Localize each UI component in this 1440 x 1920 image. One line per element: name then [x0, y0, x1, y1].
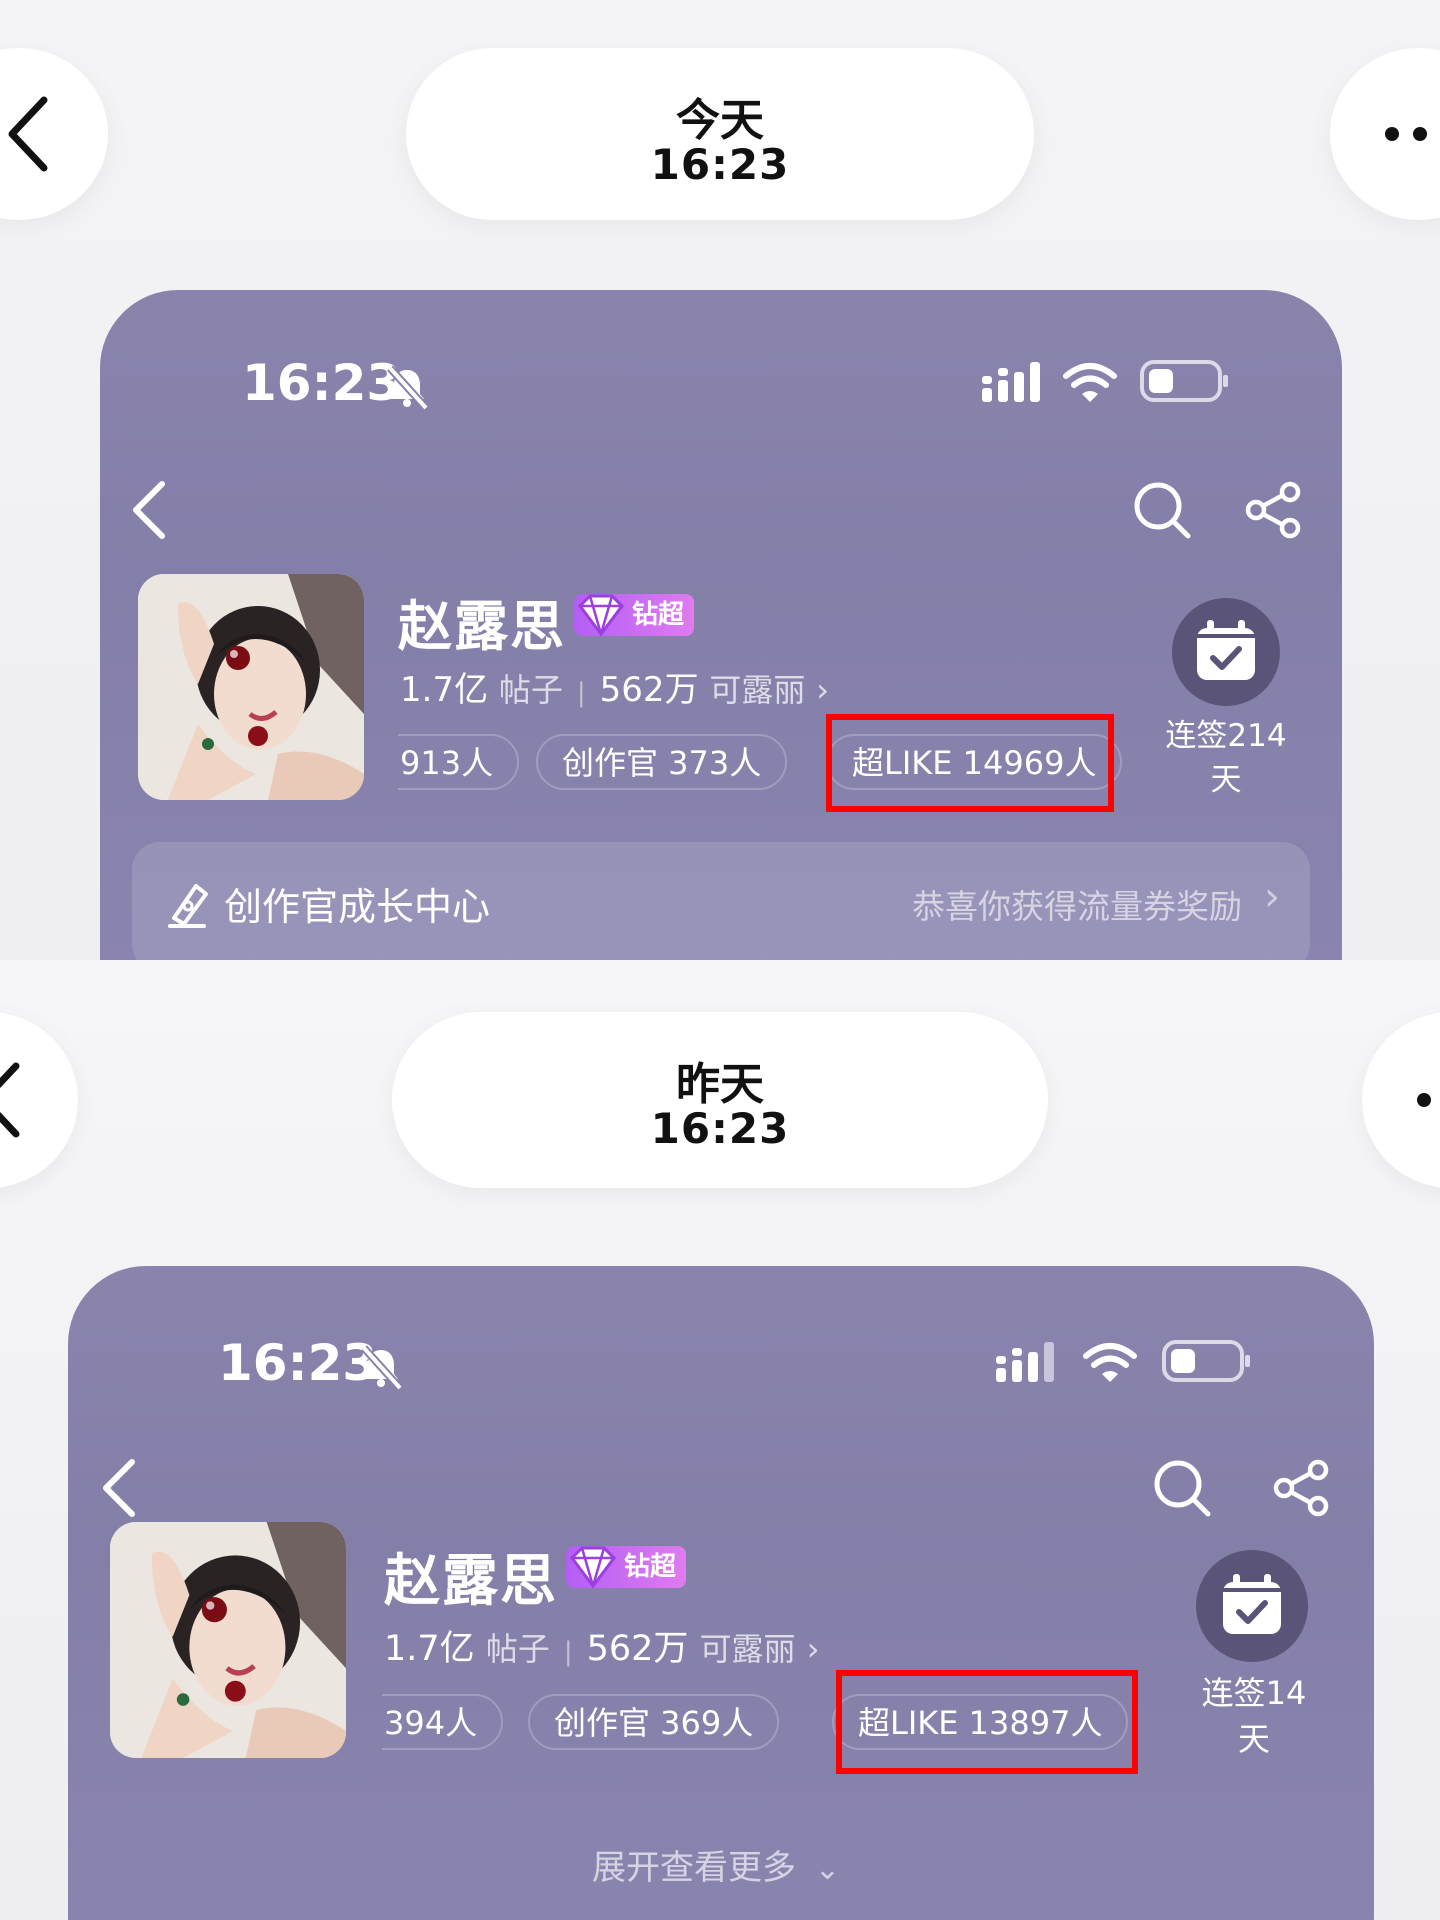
growth-link[interactable]: 恭喜你获得流量券奖励: [912, 880, 1242, 928]
share-icon[interactable]: [1272, 1458, 1332, 1518]
expand-more-link[interactable]: 展开查看更多 ⌄: [592, 1840, 840, 1889]
avatar-image: [138, 574, 364, 800]
bell-off-icon: [387, 365, 429, 410]
fans-count[interactable]: 562万: [600, 670, 699, 710]
diamond-badge: 钻超: [574, 594, 695, 637]
stats-divider: |: [576, 678, 586, 708]
fans-count[interactable]: 562万: [587, 1629, 689, 1669]
profile-name: 赵露思: [384, 1549, 558, 1614]
more-icon: [1385, 127, 1427, 141]
screenshot-card: 16:23: [68, 1266, 1374, 1920]
calendar-check-icon: [1197, 620, 1255, 680]
chevron-right-icon[interactable]: ›: [807, 1630, 820, 1668]
status-time: 16:23: [218, 1334, 378, 1392]
checkin-button[interactable]: [1172, 598, 1280, 706]
highlight-box: [826, 714, 1114, 812]
battery-icon: [1140, 360, 1228, 402]
avatar-image: [110, 1522, 346, 1758]
status-time: 16:23: [242, 354, 402, 412]
stats-row: 1.7亿 帖子 | 562万 可露丽 ›: [400, 662, 829, 711]
diamond-icon: [570, 1546, 616, 1589]
avatar[interactable]: [138, 574, 364, 800]
diamond-icon: [578, 594, 624, 637]
date-pill: 今天 16:23: [406, 48, 1034, 220]
stats-divider: |: [563, 1637, 573, 1667]
share-icon[interactable]: [1244, 480, 1304, 540]
growth-title: 创作官成长中心: [224, 885, 491, 929]
avatar[interactable]: [110, 1522, 346, 1758]
checkin-label: 连签214 天: [1165, 718, 1287, 798]
wifi-icon: [1063, 363, 1117, 402]
back-button[interactable]: [0, 1012, 78, 1188]
diamond-badge: 钻超: [566, 1546, 687, 1589]
more-button[interactable]: [1330, 48, 1440, 220]
posts-label: 帖子: [498, 671, 563, 709]
date-pill: 昨天 16:23: [392, 1012, 1048, 1188]
pill-time: 16:23: [650, 1104, 790, 1153]
yesterday-panel: 昨天 16:23 16:23 赵露思 钻超 1.7亿 帖子 | 562万 可露丽…: [0, 960, 1440, 1920]
more-button[interactable]: [1362, 1012, 1440, 1188]
chip-creators[interactable]: 创作官 373人: [536, 734, 788, 790]
back-icon: [0, 1062, 20, 1138]
today-panel: 今天 16:23 16:23 赵露思 钻超 1.7亿 帖子 | 562万 可露丽…: [0, 0, 1440, 960]
posts-count: 1.7亿: [384, 1629, 475, 1669]
checkin-label: 连签14 天: [1201, 1674, 1307, 1758]
growth-center-bar[interactable]: 创作官成长中心 恭喜你获得流量券奖励 ›: [132, 842, 1310, 960]
posts-count: 1.7亿: [400, 670, 489, 710]
checkin-button[interactable]: [1196, 1550, 1308, 1662]
day-label: 昨天: [676, 1059, 764, 1110]
chevron-down-icon: ⌄: [814, 1852, 840, 1887]
bell-off-icon: [361, 1345, 403, 1390]
back-button[interactable]: [0, 48, 108, 220]
chip-creators[interactable]: 创作官 369人: [528, 1694, 780, 1750]
pill-time: 16:23: [650, 140, 790, 189]
chevron-right-icon: ›: [1264, 874, 1280, 920]
expand-more-label: 展开查看更多: [592, 1848, 796, 1888]
stats-row: 1.7亿 帖子 | 562万 可露丽 ›: [384, 1620, 820, 1671]
search-icon[interactable]: [1152, 1458, 1212, 1518]
calendar-check-icon: [1223, 1574, 1281, 1634]
screenshot-card: 16:23: [100, 290, 1342, 960]
signal-icon: [982, 362, 1040, 402]
search-icon[interactable]: [1132, 480, 1192, 540]
fans-label[interactable]: 可露丽: [709, 671, 805, 709]
battery-icon: [1162, 1340, 1250, 1382]
nav-back-icon[interactable]: [130, 480, 170, 540]
signal-icon: [996, 1342, 1054, 1382]
profile-name: 赵露思: [398, 595, 566, 658]
badge-label: 钻超: [632, 600, 685, 630]
fans-label[interactable]: 可露丽: [700, 1630, 796, 1668]
pen-icon: [168, 884, 208, 928]
wifi-icon: [1083, 1343, 1137, 1382]
back-icon: [8, 96, 48, 172]
nav-back-icon[interactable]: [100, 1458, 140, 1518]
badge-label: 钻超: [624, 1552, 677, 1582]
chip-members[interactable]: 913人: [398, 734, 520, 790]
posts-label: 帖子: [485, 1630, 550, 1668]
more-icon: [1417, 1093, 1431, 1107]
highlight-box: [836, 1670, 1138, 1774]
chevron-right-icon[interactable]: ›: [816, 671, 829, 709]
chip-members[interactable]: 394人: [382, 1694, 504, 1750]
day-label: 今天: [676, 95, 764, 146]
